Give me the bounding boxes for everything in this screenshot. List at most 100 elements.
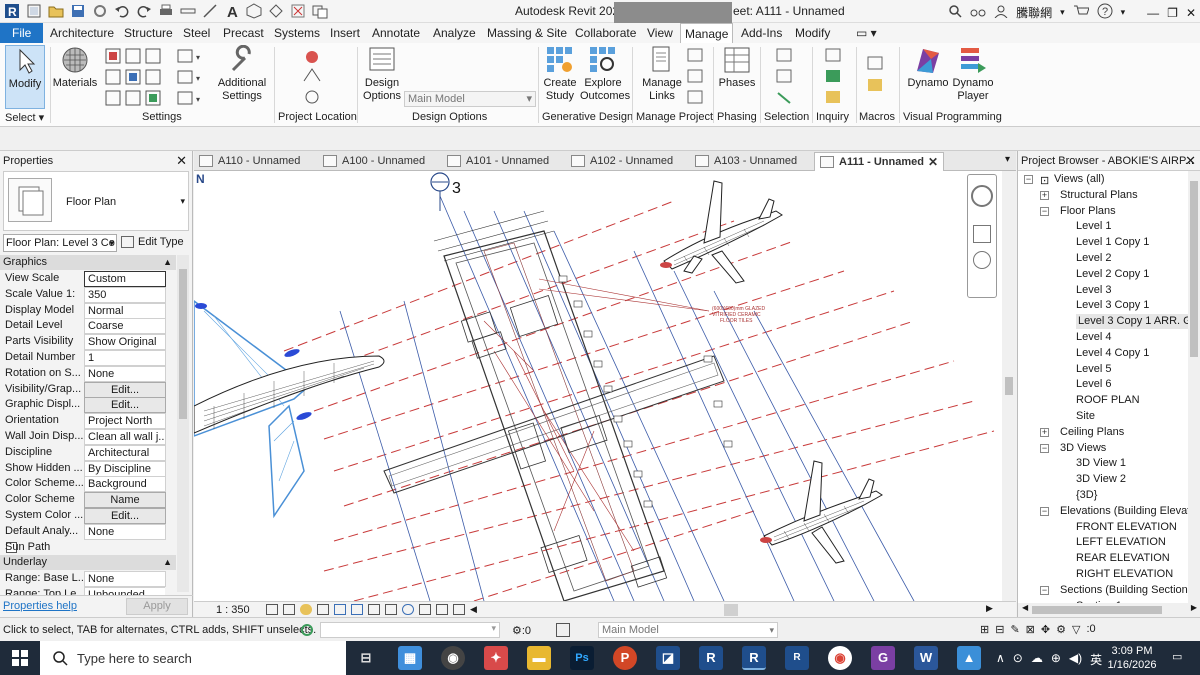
property-row[interactable]: Wall Join Disp... Clean all wall j... [3,429,166,445]
tab-insert[interactable]: Insert [326,23,364,43]
browser-node[interactable]: Level 2 Copy 1 [1076,267,1149,282]
project-location-icons[interactable] [300,47,330,107]
reveal-hidden-icon[interactable] [402,604,414,615]
redo-icon[interactable] [136,3,152,19]
browser-node[interactable]: LEFT ELEVATION [1076,535,1166,550]
tab-systems[interactable]: Systems [270,23,324,43]
language-icon[interactable]: ⊕ [1051,651,1061,668]
tree-toggle-icon[interactable]: + [1040,190,1049,200]
property-value[interactable]: 1 [84,350,166,366]
property-row[interactable]: Show Hidden ... By Discipline [3,460,166,477]
clock[interactable]: 3:09 PM 1/16/2026 [1100,644,1164,672]
browser-node[interactable]: FRONT ELEVATION [1076,520,1177,535]
browser-node[interactable]: 3D View 2 [1076,472,1126,487]
onedrive-icon[interactable]: ☁ [1031,651,1043,668]
close-hidden-icon[interactable] [290,3,306,19]
undo-icon[interactable] [114,3,130,19]
dynamo-player-button[interactable]: Dynamo Player [950,45,996,103]
browser-node[interactable]: Views (all) [1054,172,1105,187]
scrollbar-thumb[interactable] [1005,377,1013,395]
app-icon[interactable]: ✦ [484,646,508,670]
scrollbar-thumb[interactable] [1032,606,1162,614]
photos-icon[interactable]: ▲ [957,646,981,670]
print-icon[interactable] [158,3,174,19]
workset-select[interactable]: ▾ [320,622,500,638]
property-value[interactable]: Edit... [84,397,166,414]
browser-node[interactable]: {3D} [1076,488,1097,503]
home-icon[interactable] [26,3,42,19]
browser-h-scrollbar[interactable]: ◀ ▶ [1018,603,1200,617]
property-row[interactable]: Range: Base L... None [3,571,166,587]
text-icon[interactable]: A [224,3,240,21]
edit-type-button[interactable]: Edit Type [121,234,189,252]
property-value[interactable]: None [84,365,166,382]
browser-node[interactable]: Level 3 Copy 1 [1076,298,1149,313]
tab-steel[interactable]: Steel [179,23,214,43]
tabs-menu-icon[interactable]: ▾ [1005,154,1010,165]
property-value[interactable]: Edit... [84,381,166,398]
property-row[interactable]: Default Analy... None [3,523,166,540]
design-option-select[interactable]: Main Model ▾ [404,91,536,107]
browser-node[interactable]: 3D View 1 [1076,456,1126,471]
tab-massing-site[interactable]: Massing & Site [483,23,571,43]
property-row[interactable]: Color Scheme... Background [3,476,166,493]
browser-node[interactable]: REAR ELEVATION [1076,551,1170,566]
apply-button[interactable]: Apply [126,598,188,615]
property-value[interactable]: By Discipline [84,460,166,477]
property-value[interactable]: None [84,523,166,540]
instance-selector[interactable]: Floor Plan: Level 3 Co ▾ [3,234,117,252]
scroll-right-icon[interactable]: ▶ [986,603,993,614]
tree-toggle-icon[interactable]: − [1040,206,1049,216]
browser-scrollbar[interactable] [1188,171,1200,603]
view-tab[interactable]: A100 - Unnamed [318,152,440,171]
view-tab[interactable]: A103 - Unnamed [690,152,812,171]
browser-node[interactable]: Floor Plans [1060,204,1116,219]
tree-toggle-icon[interactable]: − [1040,443,1049,453]
select-by-face-icon[interactable]: ⊠ [1026,623,1035,636]
property-value[interactable]: Edit... [84,508,166,524]
tree-toggle-icon[interactable]: − [1040,506,1049,516]
canvas-v-scrollbar[interactable] [1002,171,1016,601]
manage-project-small-icons[interactable] [686,47,706,107]
search-icon[interactable] [948,4,962,21]
media-player-icon[interactable]: ◉ [441,646,465,670]
property-value[interactable]: None [84,571,166,587]
zoom-icon[interactable] [973,251,991,269]
tab-file[interactable]: File [0,23,44,43]
property-row[interactable]: Detail Number 1 [3,350,166,366]
tab-view[interactable]: View [643,23,677,43]
browser-node[interactable]: Ceiling Plans [1060,425,1124,440]
additional-settings-button[interactable]: Additional Settings [212,44,272,103]
drag-elements-icon[interactable]: ✥ [1041,623,1050,636]
property-value[interactable]: Normal [84,302,166,319]
graphics-app-icon[interactable]: G [871,646,895,670]
properties-scrollbar[interactable] [177,255,189,592]
show-crop-icon[interactable] [351,604,363,615]
view-tab[interactable]: A102 - Unnamed [566,152,688,171]
property-row[interactable]: Visibility/Grap... Edit... [3,381,166,398]
property-row[interactable]: System Color ... Edit... [3,508,166,524]
temporary-view-properties-icon[interactable] [419,604,431,615]
inquiry-icons[interactable] [824,47,844,107]
visual-style-icon[interactable] [283,604,295,615]
settings-dropdown-icons[interactable]: ▾ ▾ ▾ [176,47,206,107]
property-row[interactable]: Color Scheme Name [3,492,166,509]
revit-family-icon[interactable]: ◪ [656,646,680,670]
binoculars-icon[interactable] [970,4,986,21]
property-value[interactable]: Architectural [84,444,166,461]
scrollbar-thumb[interactable] [179,269,187,419]
scroll-left-icon[interactable]: ◀ [1022,603,1028,612]
browser-node[interactable]: Level 1 Copy 1 [1076,235,1149,250]
scrollbar-thumb[interactable] [1190,181,1198,357]
browser-node[interactable]: Level 1 [1076,219,1111,234]
property-value[interactable]: Coarse [84,318,166,335]
close-icon[interactable]: ✕ [176,151,187,171]
create-study-button[interactable]: Create Study [540,45,580,103]
property-row[interactable]: Orientation Project North [3,413,166,430]
view-tab[interactable]: A110 - Unnamed [194,152,316,171]
sun-path-checkbox[interactable] [84,540,166,556]
browser-node[interactable]: Level 5 [1076,362,1111,377]
detail-level-icon[interactable] [266,604,278,615]
close-window-icon[interactable]: ✕ [1186,6,1196,20]
filter-icon[interactable]: ▽ [1072,623,1080,636]
